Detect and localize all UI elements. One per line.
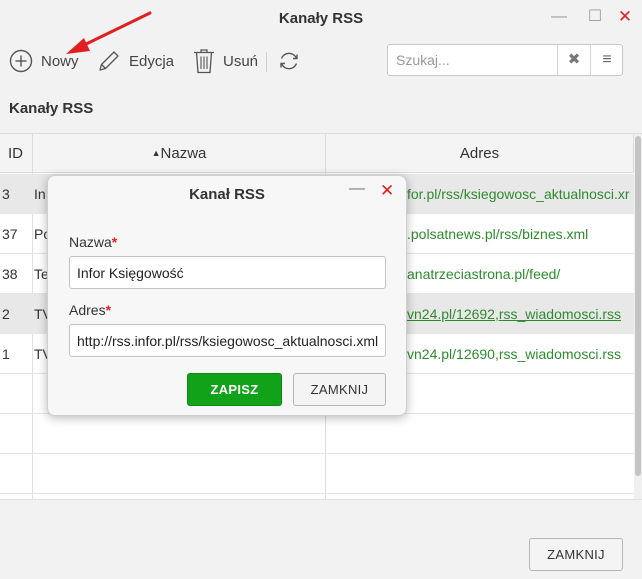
required-marker: * <box>105 302 112 318</box>
column-header-id[interactable]: ID <box>0 134 33 173</box>
column-header-address[interactable]: Adres <box>326 134 634 173</box>
close-icon[interactable]: ✕ <box>380 181 394 201</box>
cell-address: .polsatnews.pl/rss/biznes.xml <box>407 226 589 242</box>
name-label-text: Nazwa <box>69 234 112 250</box>
menu-icon[interactable]: ≡ <box>590 45 623 75</box>
refresh-icon <box>278 50 300 72</box>
delete-button-label: Usuń <box>223 52 259 70</box>
cell-id: 1 <box>2 346 10 362</box>
name-field[interactable] <box>69 256 386 289</box>
close-icon[interactable]: ✕ <box>616 8 634 26</box>
search-box: ✖ ≡ <box>387 44 623 76</box>
column-header-name-label: Nazwa <box>160 145 207 162</box>
cell-address: vn24.pl/12692,rss_wiadomosci.rss <box>407 306 621 322</box>
clear-icon[interactable]: ✖ <box>557 45 590 75</box>
edit-button[interactable]: Edycja <box>97 46 174 76</box>
sort-ascending-icon: ▲ <box>151 148 161 158</box>
table-row-empty <box>0 454 634 494</box>
table-header: ID ▲Nazwa Adres <box>0 134 642 173</box>
column-header-name[interactable]: ▲Nazwa <box>33 134 326 173</box>
cell-id: 37 <box>2 226 18 242</box>
plus-circle-icon <box>9 49 33 73</box>
delete-button[interactable]: Usuń <box>193 46 258 76</box>
cell-id: 3 <box>2 186 10 202</box>
cell-address: anatrzeciastrona.pl/feed/ <box>407 266 561 282</box>
pencil-icon <box>97 49 121 73</box>
rss-feeds-window: Kanały RSS — ☐ ✕ Nowy Edycja Usuń Szukaj… <box>0 0 642 579</box>
address-field[interactable] <box>69 324 386 357</box>
new-button-label: Nowy <box>41 52 79 70</box>
table-row-empty <box>0 414 634 454</box>
trash-icon <box>193 48 215 74</box>
address-field-label: Adres* <box>69 302 111 318</box>
new-button[interactable]: Nowy <box>9 46 79 76</box>
refresh-button[interactable] <box>278 46 300 76</box>
dialog-close-button[interactable]: ZAMKNIJ <box>293 373 386 406</box>
vertical-scrollbar[interactable] <box>634 134 642 499</box>
cell-id: 2 <box>2 306 10 322</box>
address-label-text: Adres <box>69 302 106 318</box>
scrollbar-thumb[interactable] <box>635 136 641 476</box>
footer-bar: ZAMKNIJ <box>0 499 642 579</box>
minimize-icon[interactable]: — <box>349 180 365 198</box>
name-field-label: Nazwa* <box>69 234 117 250</box>
toolbar-divider <box>266 52 267 72</box>
cell-id: 38 <box>2 266 18 282</box>
required-marker: * <box>111 234 118 250</box>
cell-address: vn24.pl/12690,rss_wiadomosci.rss <box>407 346 621 362</box>
cell-address: for.pl/rss/ksiegowosc_aktualnosci.xr <box>407 186 630 202</box>
window-title: Kanały RSS <box>278 10 364 27</box>
maximize-icon[interactable]: ☐ <box>586 8 604 26</box>
save-button[interactable]: ZAPISZ <box>187 373 282 406</box>
section-title: Kanały RSS <box>9 100 94 117</box>
minimize-icon[interactable]: — <box>550 8 568 26</box>
footer-close-button[interactable]: ZAMKNIJ <box>529 538 623 571</box>
edit-button-label: Edycja <box>129 52 175 70</box>
rss-channel-dialog: Kanał RSS — ✕ Nazwa* Adres* ZAPISZ ZAMKN… <box>47 175 407 416</box>
title-bar: Kanały RSS — ☐ ✕ <box>0 0 642 38</box>
search-input[interactable] <box>388 45 556 75</box>
